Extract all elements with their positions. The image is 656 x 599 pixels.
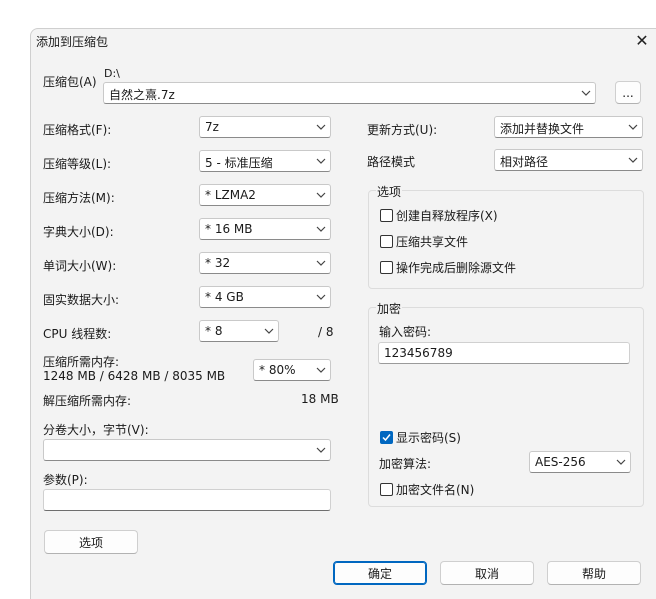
split-label: 分卷大小，字节(V): <box>43 423 149 437</box>
method-label: 压缩方法(M): <box>43 191 115 205</box>
help-button[interactable]: 帮助 <box>547 561 641 585</box>
delete-source-label: 操作完成后删除源文件 <box>396 261 517 275</box>
archive-name-combo[interactable]: 自然之熹.7z <box>103 82 596 104</box>
chevron-down-icon <box>316 447 326 453</box>
show-password-checkbox[interactable] <box>380 431 393 444</box>
cancel-button[interactable]: 取消 <box>440 561 534 585</box>
cpu-value: * 8 <box>205 324 223 338</box>
shared-checkbox[interactable] <box>380 235 393 248</box>
level-combo[interactable]: 5 - 标准压缩 <box>199 150 331 172</box>
show-password-label: 显示密码(S) <box>396 431 461 445</box>
options-group-title: 选项 <box>376 183 403 200</box>
algorithm-label: 加密算法: <box>379 457 432 471</box>
split-combo[interactable] <box>43 439 331 461</box>
word-combo[interactable]: * 32 <box>199 252 331 274</box>
delete-source-checkbox[interactable] <box>380 261 393 274</box>
chevron-down-icon <box>616 459 626 465</box>
mem-value: * 80% <box>259 363 296 377</box>
sfx-label: 创建自释放程序(X) <box>396 209 498 223</box>
dict-value: * 16 MB <box>205 222 253 236</box>
encrypt-names-label: 加密文件名(N) <box>396 483 475 497</box>
close-icon[interactable]: ✕ <box>631 29 653 51</box>
cpu-label: CPU 线程数: <box>43 327 112 341</box>
options-button[interactable]: 选项 <box>44 530 138 554</box>
browse-button[interactable]: ... <box>615 81 641 104</box>
password-input[interactable]: 123456789 <box>378 342 630 364</box>
params-input[interactable] <box>43 489 331 511</box>
algorithm-combo[interactable]: AES-256 <box>529 451 631 473</box>
word-value: * 32 <box>205 256 231 270</box>
level-value: 5 - 标准压缩 <box>205 156 273 170</box>
method-combo[interactable]: * LZMA2 <box>199 184 331 206</box>
solid-value: * 4 GB <box>205 290 244 304</box>
update-label: 更新方式(U): <box>367 123 438 137</box>
chevron-down-icon <box>316 294 326 300</box>
cpu-total: / 8 <box>318 325 334 339</box>
format-value: 7z <box>205 120 219 134</box>
shared-label: 压缩共享文件 <box>396 235 469 249</box>
format-label: 压缩格式(F): <box>43 123 112 137</box>
decomp-label: 解压缩所需内存: <box>43 394 132 408</box>
algorithm-value: AES-256 <box>535 455 586 469</box>
chevron-down-icon <box>316 192 326 198</box>
mem-label: 压缩所需内存: <box>43 355 120 369</box>
dict-combo[interactable]: * 16 MB <box>199 218 331 240</box>
encrypt-names-checkbox[interactable] <box>380 483 393 496</box>
path-mode-value: 相对路径 <box>500 155 549 169</box>
chevron-down-icon <box>316 260 326 266</box>
solid-combo[interactable]: * 4 GB <box>199 286 331 308</box>
dict-label: 字典大小(D): <box>43 225 114 239</box>
chevron-down-icon <box>264 328 274 334</box>
add-to-archive-dialog: 添加到压缩包 ✕ 压缩包(A) D:\ 自然之熹.7z ... 压缩格式(F):… <box>30 28 656 599</box>
path-mode-label: 路径模式 <box>367 155 416 169</box>
archive-name-value: 自然之熹.7z <box>109 88 175 102</box>
decomp-value: 18 MB <box>301 392 339 406</box>
params-label: 参数(P): <box>43 473 88 487</box>
update-value: 添加并替换文件 <box>500 122 585 136</box>
chevron-down-icon <box>316 367 326 373</box>
cpu-combo[interactable]: * 8 <box>199 320 279 342</box>
update-combo[interactable]: 添加并替换文件 <box>494 116 643 138</box>
dialog-title: 添加到压缩包 <box>36 35 109 49</box>
sfx-checkbox[interactable] <box>380 209 393 222</box>
chevron-down-icon <box>316 226 326 232</box>
encryption-group-title: 加密 <box>376 300 403 317</box>
mem-detail: 1248 MB / 6428 MB / 8035 MB <box>43 369 226 383</box>
format-combo[interactable]: 7z <box>199 116 331 138</box>
path-mode-combo[interactable]: 相对路径 <box>494 149 643 171</box>
method-value: * LZMA2 <box>205 188 256 202</box>
chevron-down-icon <box>316 124 326 130</box>
chevron-down-icon <box>628 124 638 130</box>
password-value: 123456789 <box>384 346 453 360</box>
chevron-down-icon <box>581 90 591 96</box>
archive-path: D:\ <box>104 67 120 80</box>
checkmark-icon <box>382 434 391 442</box>
chevron-down-icon <box>628 157 638 163</box>
level-label: 压缩等级(L): <box>43 157 112 171</box>
chevron-down-icon <box>316 158 326 164</box>
ok-button[interactable]: 确定 <box>333 561 427 585</box>
mem-combo[interactable]: * 80% <box>253 359 331 381</box>
word-label: 单词大小(W): <box>43 259 117 273</box>
solid-label: 固实数据大小: <box>43 293 120 307</box>
archive-label: 压缩包(A) <box>43 75 97 89</box>
password-label: 输入密码: <box>379 325 432 339</box>
